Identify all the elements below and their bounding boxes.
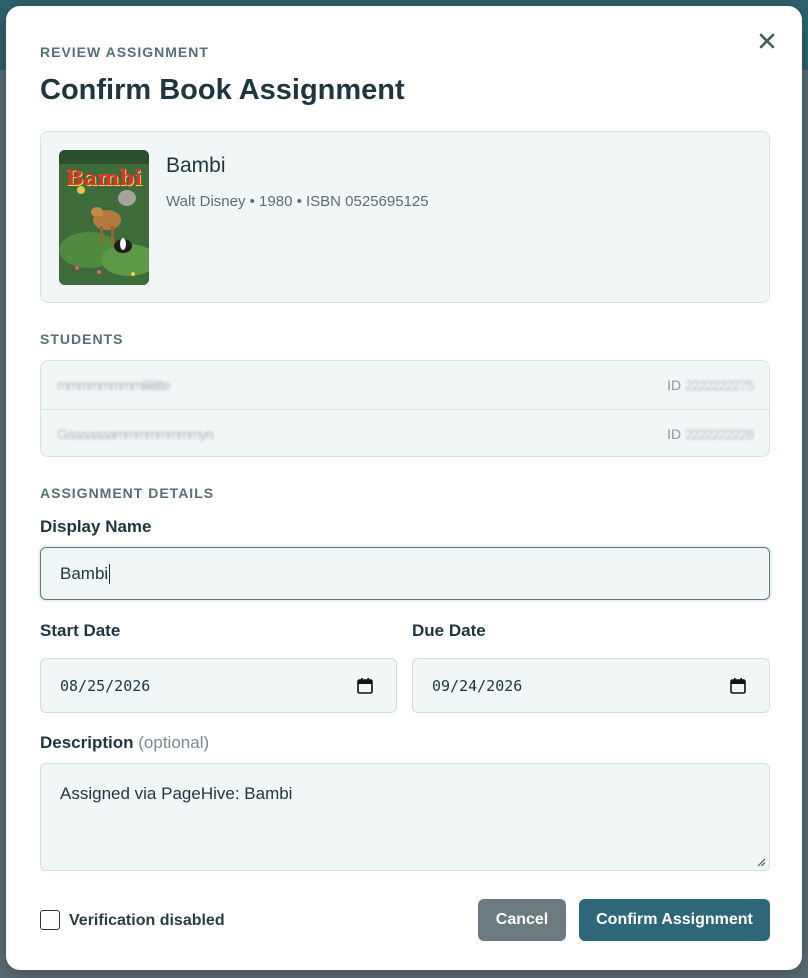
book-cover-image: Bambi (59, 150, 149, 285)
due-date-value: 09/24/2026 (432, 676, 523, 695)
confirm-assignment-dialog: REVIEW ASSIGNMENT Confirm Book Assignmen… (6, 6, 802, 970)
start-date-input[interactable]: 08/25/2026 (40, 658, 397, 713)
verification-checkbox[interactable] (40, 910, 60, 930)
description-label-text: Description (40, 733, 134, 752)
student-row: mmmmmmmmiiiiiiitte ID 2222222275 (41, 361, 769, 409)
display-name-value: Bambi (60, 563, 109, 583)
description-textarea[interactable]: Assigned via PageHive: Bambi (40, 763, 770, 871)
book-cover-title: Bambi (65, 165, 143, 190)
cancel-button[interactable]: Cancel (478, 899, 566, 941)
verification-label[interactable]: Verification disabled (69, 912, 225, 930)
student-id-label: ID (667, 425, 682, 442)
student-name: mmmmmmmmiiiiiiitte (57, 377, 171, 393)
display-name-input[interactable]: Bambi (40, 547, 770, 600)
calendar-icon[interactable] (729, 677, 747, 695)
student-id: ID 2222222275 (667, 377, 754, 393)
dialog-title: Confirm Book Assignment (40, 74, 405, 106)
due-date-label: Due Date (412, 621, 486, 640)
description-value: Assigned via PageHive: Bambi (60, 784, 293, 803)
student-id-value: 2222222228 (685, 425, 754, 442)
book-summary-card: Bambi Bambi Walt Disney • 1980 • ISBN 05… (40, 131, 770, 303)
calendar-icon[interactable] (356, 677, 374, 695)
text-caret (109, 563, 111, 584)
description-label: Description (optional) (40, 733, 209, 753)
student-id-value: 2222222275 (685, 377, 754, 393)
resize-handle-icon[interactable] (756, 857, 766, 867)
book-title: Bambi (166, 154, 226, 177)
student-row: Gaaaaaaammmmmmmmyn ID 2222222228 (41, 409, 769, 456)
book-meta: Walt Disney • 1980 • ISBN 0525695125 (166, 193, 429, 210)
students-section-label: STUDENTS (40, 331, 124, 347)
students-list: mmmmmmmmiiiiiiitte ID 2222222275 Gaaaaaa… (40, 360, 770, 457)
close-icon[interactable] (756, 30, 778, 52)
start-date-label: Start Date (40, 621, 121, 640)
student-name: Gaaaaaaammmmmmmmyn (57, 425, 213, 442)
student-id-label: ID (667, 377, 682, 393)
confirm-assignment-button[interactable]: Confirm Assignment (579, 899, 770, 941)
assignment-details-section-label: ASSIGNMENT DETAILS (40, 485, 215, 501)
description-optional-hint: (optional) (138, 733, 210, 752)
display-name-label: Display Name (40, 517, 152, 536)
dialog-eyebrow: REVIEW ASSIGNMENT (40, 44, 209, 60)
student-id: ID 2222222228 (667, 425, 754, 442)
start-date-value: 08/25/2026 (60, 676, 151, 695)
due-date-input[interactable]: 09/24/2026 (412, 658, 770, 713)
